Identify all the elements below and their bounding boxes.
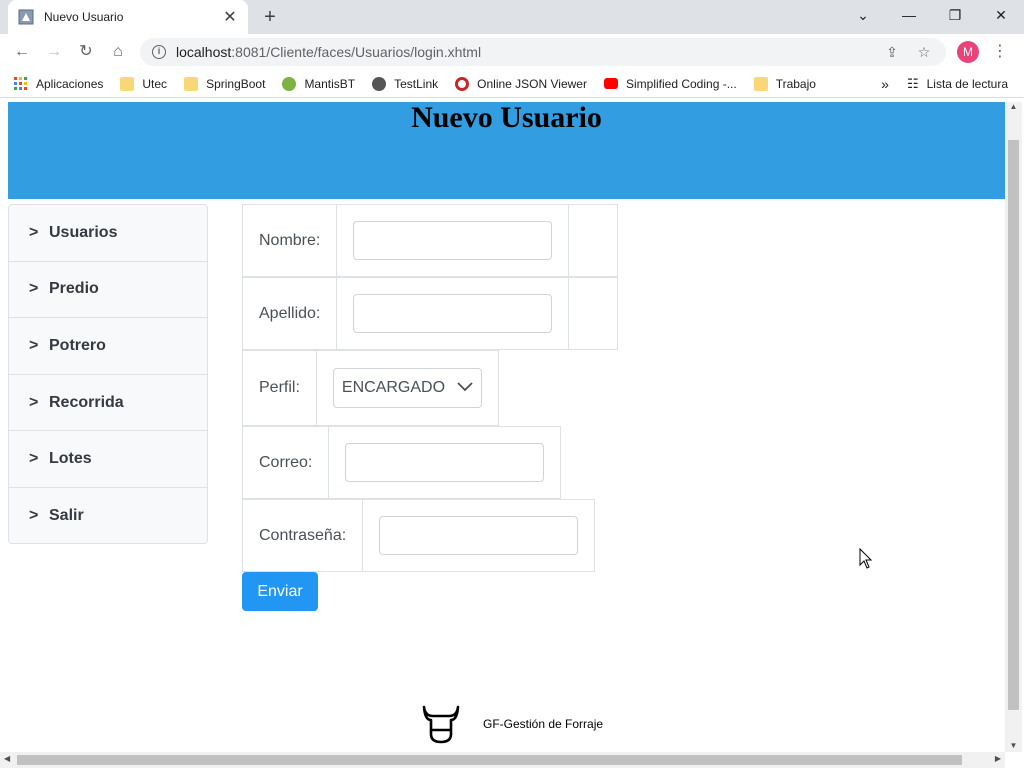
scroll-up-icon[interactable]: ▲ (1008, 102, 1019, 111)
apps-grid-icon (14, 76, 28, 91)
nombre-message-cell (569, 205, 617, 276)
sidebar-item-predio[interactable]: > Predio (9, 262, 207, 319)
chevron-right-icon: > (29, 450, 39, 468)
page-header: Nuevo Usuario (8, 102, 1005, 199)
vertical-scrollbar[interactable]: ▲ ▼ (1005, 102, 1022, 752)
perfil-field-cell: ENCARGADO (317, 351, 498, 425)
bookmark-testlink[interactable]: TestLink (372, 76, 438, 91)
bookmarks-bar: Aplicaciones Utec SpringBoot MantisBT Te… (0, 70, 1024, 98)
json-viewer-icon (455, 76, 470, 91)
more-bookmarks-icon[interactable]: » (881, 76, 889, 92)
nombre-field-cell (337, 205, 570, 276)
page-favicon-icon (18, 9, 34, 25)
address-bar[interactable]: i localhost:8081/Cliente/faces/Usuarios/… (140, 38, 946, 66)
form-row-contrasena: Contraseña: (242, 499, 596, 572)
horizontal-scrollbar[interactable]: ◀ ▶ (0, 752, 1005, 768)
reading-list-icon: ☷ (906, 76, 919, 91)
page-title: Nuevo Usuario (411, 102, 602, 134)
chevron-right-icon: > (29, 223, 39, 241)
form-row-correo: Correo: (242, 426, 562, 499)
cow-logo-icon (421, 704, 461, 744)
perfil-select[interactable]: ENCARGADO (332, 368, 483, 408)
contrasena-label: Contraseña: (243, 500, 364, 571)
page-footer: GF-Gestión de Forraje (421, 704, 603, 744)
new-tab-icon[interactable]: + (258, 5, 282, 29)
form-row-nombre: Nombre: (242, 204, 619, 277)
apellido-field-cell (337, 278, 570, 349)
forward-arrow-icon[interactable]: → (42, 40, 66, 64)
sidebar-item-lotes[interactable]: > Lotes (9, 431, 207, 488)
scroll-left-icon[interactable]: ◀ (4, 754, 10, 763)
bookmark-mantisbt[interactable]: MantisBT (282, 76, 355, 91)
reload-icon[interactable]: ↻ (74, 40, 98, 64)
bookmark-apps[interactable]: Aplicaciones (14, 76, 103, 91)
page-content: Nuevo Usuario > Usuarios > Predio > Potrero… (0, 102, 1024, 768)
sidebar-item-recorrida[interactable]: > Recorrida (9, 375, 207, 432)
bookmark-json-viewer[interactable]: Online JSON Viewer (455, 76, 587, 91)
form-row-perfil: Perfil: ENCARGADO (242, 350, 500, 426)
reading-list[interactable]: » ☷ Lista de lectura (881, 70, 1008, 98)
sidebar-item-usuarios[interactable]: > Usuarios (9, 205, 207, 262)
close-window-icon[interactable]: ✕ (978, 0, 1024, 30)
correo-field-cell (329, 427, 560, 498)
back-arrow-icon[interactable]: ← (10, 40, 34, 64)
scroll-down-icon[interactable]: ▼ (1008, 741, 1019, 750)
bookmark-trabajo[interactable]: Trabajo (753, 76, 816, 91)
browser-tab[interactable]: Nuevo Usuario ✕ (8, 0, 248, 34)
browser-menu-icon[interactable]: ⋮ (990, 41, 1010, 63)
chevron-right-icon: > (29, 393, 39, 411)
home-icon[interactable]: ⌂ (106, 40, 130, 64)
chevron-right-icon: > (29, 507, 39, 525)
browser-toolbar: ← → ↻ ⌂ i localhost:8081/Cliente/faces/U… (0, 34, 1024, 70)
correo-input[interactable] (345, 443, 545, 482)
bookmark-utec[interactable]: Utec (120, 76, 167, 91)
footer-text: GF-Gestión de Forraje (483, 717, 604, 731)
sidebar-menu: > Usuarios > Predio > Potrero > Recorrida > L… (8, 204, 208, 544)
nombre-label: Nombre: (243, 205, 338, 276)
minimize-icon[interactable]: — (886, 0, 932, 30)
chevron-right-icon: > (29, 336, 39, 354)
folder-icon (753, 76, 768, 91)
tab-title: Nuevo Usuario (44, 10, 124, 24)
apellido-message-cell (569, 278, 617, 349)
contrasena-input[interactable] (379, 516, 579, 555)
folder-icon (120, 76, 135, 91)
enviar-button[interactable]: Enviar (242, 572, 318, 611)
correo-label: Correo: (243, 427, 330, 498)
scroll-right-icon[interactable]: ▶ (995, 754, 1001, 763)
youtube-icon (603, 78, 618, 89)
browser-tabstrip: Nuevo Usuario ✕ + ⌄ — ❐ ✕ (0, 0, 1024, 34)
restore-icon[interactable]: ❐ (932, 0, 978, 30)
site-info-icon[interactable]: i (152, 45, 166, 59)
tab-search-icon[interactable]: ⌄ (840, 0, 886, 30)
mantis-icon (282, 76, 297, 91)
sidebar-item-potrero[interactable]: > Potrero (9, 318, 207, 375)
chevron-down-icon (457, 381, 473, 395)
vertical-scroll-thumb[interactable] (1008, 140, 1019, 710)
close-tab-icon[interactable]: ✕ (222, 7, 238, 27)
mouse-cursor-icon (859, 547, 873, 575)
globe-icon (372, 76, 387, 91)
url-text[interactable]: localhost:8081/Cliente/faces/Usuarios/lo… (176, 44, 870, 60)
form-row-apellido: Apellido: (242, 277, 619, 350)
horizontal-scroll-thumb[interactable] (17, 755, 962, 765)
apellido-input[interactable] (353, 294, 553, 333)
perfil-label: Perfil: (243, 351, 317, 425)
chevron-right-icon: > (29, 280, 39, 298)
sidebar-item-salir[interactable]: > Salir (9, 488, 207, 545)
folder-icon (184, 76, 199, 91)
window-controls: ⌄ — ❐ ✕ (840, 0, 1024, 30)
profile-avatar[interactable]: M (957, 41, 979, 63)
apellido-label: Apellido: (243, 278, 338, 349)
contrasena-field-cell (363, 500, 594, 571)
bookmark-springboot[interactable]: SpringBoot (184, 76, 265, 91)
nombre-input[interactable] (353, 221, 553, 260)
bookmark-simplified-coding[interactable]: Simplified Coding -... (603, 77, 737, 91)
bookmark-star-icon[interactable]: ☆ (914, 42, 934, 62)
share-icon[interactable]: ⇪ (882, 42, 902, 62)
